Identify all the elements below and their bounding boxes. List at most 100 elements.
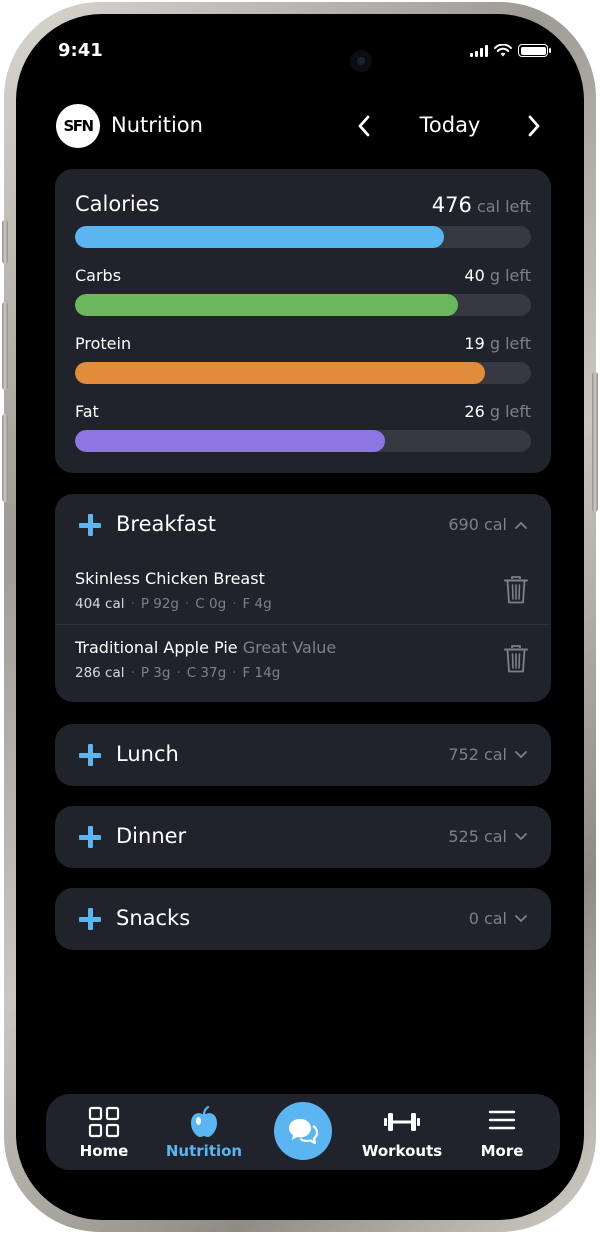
carbs-label: Carbs xyxy=(75,266,122,285)
volume-up-button xyxy=(2,302,8,390)
fat-label: Fat xyxy=(75,402,99,421)
fat-progress-track xyxy=(75,430,531,452)
food-item[interactable]: Skinless Chicken Breast 404 cal · P 92g · C … xyxy=(55,556,551,625)
menu-icon xyxy=(488,1110,516,1130)
food-carbs: C 37g xyxy=(186,665,227,681)
tab-more[interactable]: More xyxy=(452,1094,552,1170)
meal-card-snacks[interactable]: Snacks 0 cal xyxy=(55,888,551,950)
protein-unit: g left xyxy=(489,334,531,353)
action-button xyxy=(2,220,8,264)
chevron-down-icon[interactable] xyxy=(513,829,529,845)
calories-value: 476 xyxy=(431,193,472,217)
carbs-progress-bar xyxy=(75,294,459,316)
carbs-progress-track xyxy=(75,294,531,316)
page-title: Nutrition xyxy=(111,113,203,137)
date-label[interactable]: Today xyxy=(400,113,500,137)
meal-calories: 0 cal xyxy=(468,909,507,928)
trash-icon[interactable] xyxy=(503,575,529,605)
food-brand: Great Value xyxy=(242,638,337,657)
tab-home[interactable]: Home xyxy=(54,1094,154,1170)
chevron-down-icon[interactable] xyxy=(513,747,529,763)
battery-icon xyxy=(518,44,551,57)
food-macros: 404 cal · P 92g · C 0g · F 4g xyxy=(75,596,272,612)
cellular-signal-icon xyxy=(470,44,488,57)
meal-calories: 525 cal xyxy=(448,827,507,846)
meal-title: Dinner xyxy=(116,824,187,848)
protein-row: Protein 19 g left xyxy=(75,334,531,386)
meal-header-lunch[interactable]: Lunch 752 cal xyxy=(55,724,551,786)
calories-label: Calories xyxy=(75,192,160,216)
meal-calories: 752 cal xyxy=(448,745,507,764)
tab-nutrition[interactable]: Nutrition xyxy=(154,1094,254,1170)
fat-row: Fat 26 g left xyxy=(75,402,531,454)
tab-label: Workouts xyxy=(361,1142,443,1160)
grid-icon xyxy=(88,1106,120,1138)
status-icons xyxy=(470,44,551,57)
bottom-tab-bar: Home Nutrition Workouts More xyxy=(46,1094,560,1170)
volume-down-button xyxy=(2,414,8,502)
tab-label: Home xyxy=(79,1142,129,1160)
app-logo: SFN xyxy=(56,104,100,148)
next-day-button[interactable] xyxy=(514,106,554,146)
food-calories: 286 cal xyxy=(75,665,125,681)
calories-row: Calories 476 cal left xyxy=(75,192,531,252)
food-title: Traditional Apple Pie xyxy=(75,638,238,657)
tab-workouts[interactable]: Workouts xyxy=(352,1094,452,1170)
chevron-up-icon[interactable] xyxy=(513,517,529,533)
food-carbs: C 0g xyxy=(195,596,227,612)
calories-progress-track xyxy=(75,226,531,248)
app-header: SFN Nutrition Today xyxy=(56,104,544,148)
meal-header-breakfast[interactable]: Breakfast 690 cal xyxy=(55,494,551,556)
chat-icon xyxy=(289,1119,319,1145)
food-calories: 404 cal xyxy=(75,596,125,612)
food-item[interactable]: Traditional Apple Pie Great Value 286 ca… xyxy=(55,625,551,694)
chat-button[interactable] xyxy=(274,1102,332,1160)
fat-value: 26 xyxy=(464,402,485,421)
add-food-snacks-icon[interactable] xyxy=(79,908,101,930)
chevron-left-icon xyxy=(358,115,370,137)
protein-label: Protein xyxy=(75,334,132,353)
status-time: 9:41 xyxy=(58,40,103,61)
protein-remaining: 19 g left xyxy=(464,334,531,353)
chevron-right-icon xyxy=(528,115,540,137)
add-food-dinner-icon[interactable] xyxy=(79,826,101,848)
food-macros: 286 cal · P 3g · C 37g · F 14g xyxy=(75,665,281,681)
meal-title: Lunch xyxy=(116,742,179,766)
meal-header-snacks[interactable]: Snacks 0 cal xyxy=(55,888,551,950)
meal-card-lunch[interactable]: Lunch 752 cal xyxy=(55,724,551,786)
protein-value: 19 xyxy=(464,334,485,353)
fat-remaining: 26 g left xyxy=(464,402,531,421)
carbs-row: Carbs 40 g left xyxy=(75,266,531,318)
wifi-icon xyxy=(494,44,512,57)
meal-calories: 690 cal xyxy=(448,515,507,534)
food-fat: F 14g xyxy=(242,665,281,681)
screen: 9:41 SFN Nutrition Today Calories 476 ca… xyxy=(16,14,584,1220)
tab-label: More xyxy=(480,1142,524,1160)
food-name: Traditional Apple Pie Great Value xyxy=(75,638,336,657)
macro-summary-card: Calories 476 cal left Carbs 40 g left Pr… xyxy=(55,169,551,473)
fat-progress-bar xyxy=(75,430,386,452)
previous-day-button[interactable] xyxy=(344,106,384,146)
carbs-value: 40 xyxy=(464,266,485,285)
status-bar: 9:41 xyxy=(16,14,584,86)
carbs-unit: g left xyxy=(489,266,531,285)
food-fat: F 4g xyxy=(242,596,272,612)
food-title: Skinless Chicken Breast xyxy=(75,569,265,588)
meal-title: Snacks xyxy=(116,906,191,930)
meal-card-breakfast: Breakfast 690 cal Skinless Chicken Breas… xyxy=(55,494,551,702)
calories-remaining: 476 cal left xyxy=(432,193,531,217)
add-food-breakfast-icon[interactable] xyxy=(79,514,101,536)
phone-frame: 9:41 SFN Nutrition Today Calories 476 ca… xyxy=(2,2,598,1232)
chevron-down-icon[interactable] xyxy=(513,911,529,927)
add-food-lunch-icon[interactable] xyxy=(79,744,101,766)
calories-progress-bar xyxy=(75,226,445,248)
protein-progress-track xyxy=(75,362,531,384)
front-camera xyxy=(350,50,372,72)
meal-title: Breakfast xyxy=(116,512,216,536)
meal-card-dinner[interactable]: Dinner 525 cal xyxy=(55,806,551,868)
meal-header-dinner[interactable]: Dinner 525 cal xyxy=(55,806,551,868)
food-protein: P 3g xyxy=(140,665,171,681)
tab-label: Nutrition xyxy=(165,1142,243,1160)
trash-icon[interactable] xyxy=(503,644,529,674)
calories-unit: cal left xyxy=(476,197,531,216)
